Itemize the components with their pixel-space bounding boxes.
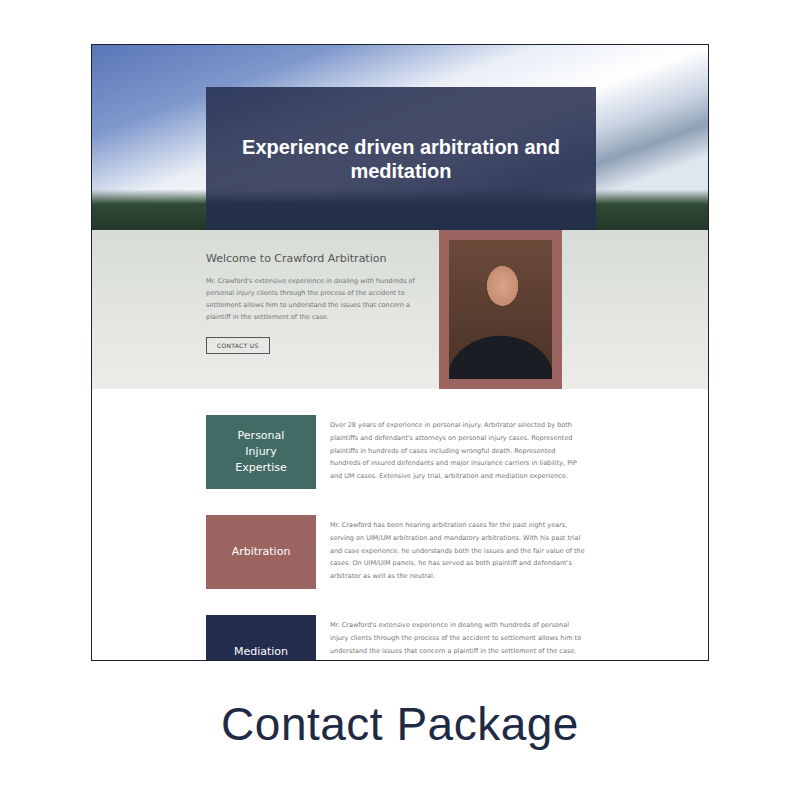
website-screenshot: Experience driven arbitration and medita… (91, 44, 709, 661)
contact-button[interactable]: CONTACT US (206, 337, 270, 354)
service-row: ArbitrationMr. Crawford has been hearing… (206, 515, 708, 589)
welcome-text: Welcome to Crawford Arbitration Mr. Crawf… (206, 230, 418, 389)
welcome-heading: Welcome to Crawford Arbitration (206, 252, 418, 265)
welcome-section: Welcome to Crawford Arbitration Mr. Crawf… (92, 230, 708, 389)
service-row: Personal Injury ExpertiseOver 28 years o… (206, 415, 708, 489)
service-label[interactable]: Mediation (206, 615, 316, 661)
service-description: Mr. Crawford's extensive experience in d… (330, 619, 586, 657)
welcome-body: Mr. Crawford's extensive experience in d… (206, 275, 418, 323)
package-caption: Contact Package (221, 697, 579, 751)
portrait-frame (439, 230, 562, 389)
service-description: Over 28 years of experience in personal … (330, 419, 586, 483)
service-label[interactable]: Personal Injury Expertise (206, 415, 316, 489)
page: Experience driven arbitration and medita… (0, 0, 800, 800)
hero-title: Experience driven arbitration and medita… (206, 87, 596, 230)
portrait-photo (449, 240, 552, 379)
service-description: Mr. Crawford has been hearing arbitratio… (330, 519, 586, 583)
service-label[interactable]: Arbitration (206, 515, 316, 589)
service-row: Mediation Mr. Crawford's extensive experi… (206, 615, 708, 661)
hero-banner: Experience driven arbitration and medita… (92, 45, 708, 230)
services-list: Personal Injury ExpertiseOver 28 years o… (92, 389, 708, 661)
